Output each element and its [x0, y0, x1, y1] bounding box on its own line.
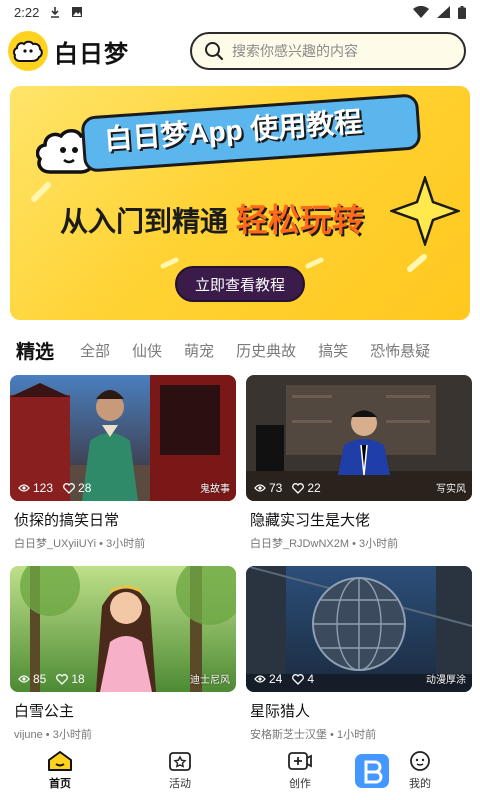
story-cover-image: 85 18 迪士尼风: [10, 566, 236, 692]
nav-create[interactable]: 创作: [240, 740, 360, 800]
logo-cloud-icon: [8, 31, 48, 71]
dash-decoration-icon: [160, 257, 179, 269]
watermark-logo-icon: [355, 754, 389, 788]
tab-xianxia[interactable]: 仙侠: [132, 340, 162, 361]
activity-icon: [169, 751, 191, 771]
tab-pets[interactable]: 萌宠: [184, 340, 214, 361]
nav-home-label: 首页: [49, 777, 71, 790]
views-eye-icon: [254, 484, 266, 492]
search-icon: [205, 42, 224, 61]
story-cover-image: 73 22 写实风: [246, 375, 472, 501]
likes-count: 22: [307, 481, 321, 495]
style-tag: 动漫厚涂: [426, 675, 466, 686]
signal-icon: [437, 6, 450, 18]
heart-icon: [63, 482, 75, 494]
story-title: 白雪公主: [14, 703, 75, 720]
style-tag: 鬼故事: [200, 484, 230, 495]
story-card[interactable]: 24 4 动漫厚涂 星际猎人 安格斯芝士汉堡 • 1小时前: [246, 566, 472, 742]
story-title: 隐藏实习生是大佬: [250, 512, 371, 529]
story-time: 3小时前: [106, 538, 146, 550]
wifi-icon: [413, 6, 429, 18]
card-stats: 85 18: [18, 672, 85, 686]
create-icon: [288, 751, 312, 770]
card-stats: 24 4: [254, 672, 314, 686]
likes-count: 4: [307, 672, 315, 686]
dash-decoration-icon: [305, 257, 324, 269]
style-tag: 迪士尼风: [190, 675, 230, 686]
app-name: 白日梦: [54, 40, 129, 68]
bottom-navigation: 首页 活动 创作 我的: [0, 740, 480, 800]
status-time: 2:22: [14, 4, 40, 20]
story-cover-image: 24 4 动漫厚涂: [246, 566, 472, 692]
likes-count: 28: [78, 481, 92, 495]
battery-icon: [458, 5, 466, 19]
views-eye-icon: [254, 675, 266, 683]
profile-icon: [410, 750, 430, 771]
app-logo[interactable]: 白日梦: [8, 31, 129, 71]
story-author: 白日梦_RJDwNX2M: [250, 538, 350, 550]
tab-comedy[interactable]: 搞笑: [318, 340, 348, 361]
story-card[interactable]: 73 22 写实风 隐藏实习生是大佬 白日梦_RJDwNX2M • 3小时前: [246, 375, 472, 551]
story-title: 星际猎人: [250, 703, 311, 720]
tab-horror[interactable]: 恐怖悬疑: [370, 340, 430, 361]
card-stats: 123 28: [18, 481, 91, 495]
story-title: 侦探的搞笑日常: [14, 512, 120, 529]
story-author: 白日梦_UXyiiUYi: [14, 538, 97, 550]
download-icon: [51, 7, 60, 18]
star-decoration-icon: [390, 176, 460, 246]
image-icon: [72, 7, 83, 17]
style-tag: 写实风: [436, 484, 466, 495]
status-bar: 2:22: [0, 0, 480, 24]
nav-create-label: 创作: [289, 777, 311, 790]
search-bar[interactable]: 搜索你感兴趣的内容: [190, 32, 466, 70]
tab-history[interactable]: 历史典故: [236, 340, 296, 361]
home-icon: [48, 750, 72, 771]
likes-count: 18: [71, 672, 85, 686]
heart-icon: [292, 482, 305, 494]
tab-all[interactable]: 全部: [80, 340, 110, 361]
view-tutorial-button[interactable]: 立即查看教程: [175, 266, 305, 302]
banner-subtitle: 从入门到精通 轻松玩转: [60, 195, 364, 241]
card-stats: 73 22: [254, 481, 321, 495]
dash-decoration-icon: [407, 254, 427, 272]
story-meta: 白日梦_UXyiiUYi • 3小时前: [14, 538, 146, 550]
views-eye-icon: [18, 484, 30, 492]
story-meta: 白日梦_RJDwNX2M • 3小时前: [250, 538, 399, 550]
story-card[interactable]: 85 18 迪士尼风 白雪公主 vijune • 3小时前: [10, 566, 236, 742]
dash-decoration-icon: [31, 182, 51, 202]
banner-subtitle-highlight: 轻松玩转: [235, 202, 364, 238]
views-eye-icon: [18, 675, 30, 683]
search-placeholder: 搜索你感兴趣的内容: [232, 43, 358, 59]
nav-home[interactable]: 首页: [0, 740, 120, 800]
views-count: 73: [269, 481, 283, 495]
story-card[interactable]: 123 28 鬼故事 侦探的搞笑日常 白日梦_UXyiiUYi • 3小时前: [10, 375, 236, 551]
category-tabs: 精选 全部 仙侠 萌宠 历史典故 搞笑 恐怖悬疑: [0, 332, 480, 368]
app-header: 白日梦 搜索你感兴趣的内容: [0, 26, 480, 76]
nav-activity[interactable]: 活动: [120, 740, 240, 800]
nav-activity-label: 活动: [169, 777, 191, 790]
nav-profile-label: 我的: [409, 777, 431, 790]
views-count: 123: [33, 481, 54, 495]
tab-featured[interactable]: 精选: [16, 337, 54, 364]
heart-icon: [56, 673, 69, 685]
banner-subtitle-plain: 从入门到精通: [60, 206, 229, 237]
story-time: 3小时前: [358, 538, 399, 550]
heart-icon: [292, 673, 305, 685]
views-count: 85: [33, 672, 47, 686]
views-count: 24: [269, 672, 283, 686]
story-cover-image: 123 28 鬼故事: [10, 375, 236, 501]
